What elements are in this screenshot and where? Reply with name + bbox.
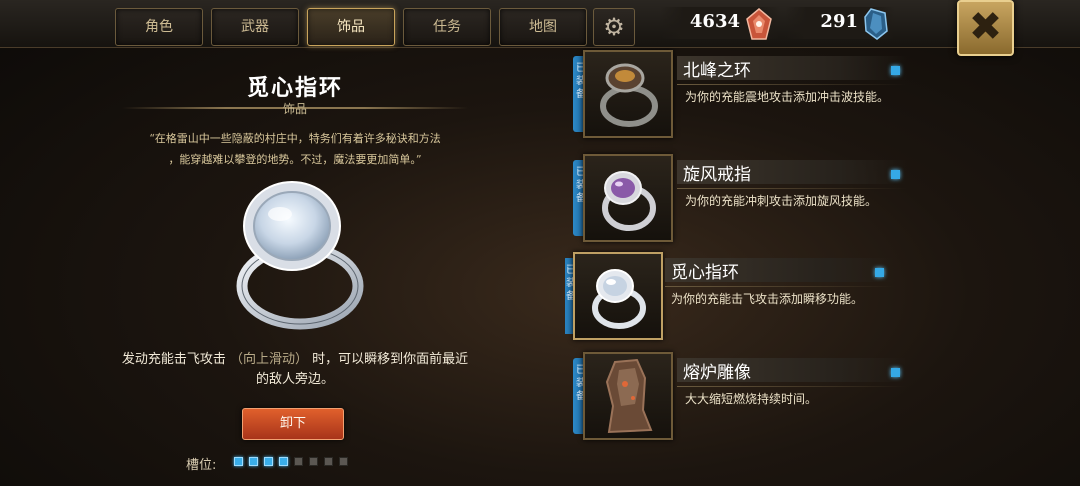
slot-indicator bbox=[324, 457, 333, 466]
shard-icon bbox=[746, 8, 772, 40]
settings-button[interactable]: ⚙ bbox=[593, 8, 635, 46]
unequip-button[interactable]: 卸下 bbox=[242, 408, 344, 440]
accessory-thumb bbox=[573, 252, 663, 340]
effect-hint: （向上滑动） bbox=[229, 352, 308, 367]
gem-counter: 291 bbox=[785, 7, 895, 40]
slot-indicator bbox=[339, 457, 348, 466]
statue-icon bbox=[605, 358, 653, 434]
ring-illustration bbox=[236, 181, 364, 330]
equipped-indicator bbox=[891, 368, 900, 377]
effect-text-2: 时，可以瞬移到你面前最近 bbox=[312, 352, 469, 367]
tab-accessories[interactable]: 饰品 bbox=[307, 8, 395, 46]
slot-indicator bbox=[294, 457, 303, 466]
item-detail-panel: 觅心指环 饰品 “在格雷山中一些隐蔽的村庄中，特务们有着许多秘诀和方法 ，能穿越… bbox=[110, 56, 480, 486]
item-lore: “在格雷山中一些隐蔽的村庄中，特务们有着许多秘诀和方法 ，能穿越难以攀登的地势。… bbox=[120, 128, 470, 170]
gear-icon: ⚙ bbox=[603, 13, 625, 41]
divider bbox=[677, 386, 907, 387]
accessory-list[interactable]: 已装备 北峰之环 为你的充能震地攻击添加冲击波技能。 已装备 旋风戒指 为你的充… bbox=[565, 48, 1080, 486]
top-bar: 角色 武器 饰品 任务 地图 ⚙ 4634 291 ✖ bbox=[0, 0, 1080, 56]
accessory-thumb bbox=[583, 352, 673, 440]
coin-counter: 4634 bbox=[660, 7, 780, 40]
accessory-desc: 大大缩短燃烧持续时间。 bbox=[685, 392, 818, 406]
ring-icon bbox=[600, 63, 658, 127]
ring-icon bbox=[602, 171, 656, 231]
lore-line-1: “在格雷山中一些隐蔽的村庄中，特务们有着许多秘诀和方法 bbox=[149, 132, 441, 145]
close-icon: ✖ bbox=[968, 4, 1003, 50]
equipped-indicator bbox=[891, 170, 900, 179]
accessory-thumb bbox=[583, 154, 673, 242]
slots-label: 槽位: bbox=[186, 458, 217, 473]
equipped-indicator bbox=[875, 268, 884, 277]
accessory-thumb bbox=[583, 50, 673, 138]
accessory-card-whirlwind[interactable]: 已装备 旋风戒指 为你的充能冲刺攻击添加旋风技能。 bbox=[565, 150, 1080, 244]
item-title: 觅心指环 bbox=[246, 76, 343, 101]
accessory-desc: 为你的充能击飞攻击添加瞬移功能。 bbox=[671, 292, 864, 306]
slot-indicator bbox=[279, 457, 288, 466]
slot-indicator bbox=[249, 457, 258, 466]
tab-map[interactable]: 地图 bbox=[499, 8, 587, 46]
tab-weapons[interactable]: 武器 bbox=[211, 8, 299, 46]
tab-character[interactable]: 角色 bbox=[115, 8, 203, 46]
slot-indicator bbox=[309, 457, 318, 466]
item-effect: 发动充能击飞攻击 （向上滑动） 时，可以瞬移到你面前最近 的敌人旁边。 bbox=[120, 350, 470, 390]
slot-indicator bbox=[234, 457, 243, 466]
accessory-card-heartseeker[interactable]: 已装备 觅心指环 为你的充能击飞攻击添加瞬移功能。 bbox=[565, 248, 1080, 342]
lore-line-2: ，能穿越难以攀登的地势。不过，魔法要更加简单。” bbox=[168, 153, 422, 166]
tab-quests[interactable]: 任务 bbox=[403, 8, 491, 46]
item-type: 饰品 bbox=[282, 102, 307, 116]
equipped-indicator bbox=[891, 66, 900, 75]
gem-amount: 291 bbox=[820, 11, 858, 32]
crystal-icon bbox=[864, 8, 888, 40]
inventory-screen: 角色 武器 饰品 任务 地图 ⚙ 4634 291 ✖ 觅心指环 饰品 “在格雷… bbox=[0, 0, 1080, 486]
divider bbox=[677, 188, 907, 189]
accessory-card-north-peak[interactable]: 已装备 北峰之环 为你的充能震地攻击添加冲击波技能。 bbox=[565, 48, 1080, 140]
accessory-card-forge-statue[interactable]: 已装备 熔炉雕像 大大缩短燃烧持续时间。 bbox=[565, 348, 1080, 442]
accessory-name: 觅心指环 bbox=[671, 263, 739, 283]
effect-text-3: 的敌人旁边。 bbox=[255, 372, 334, 387]
divider bbox=[677, 84, 907, 85]
accessory-name: 旋风戒指 bbox=[683, 165, 751, 185]
accessory-desc: 为你的充能冲刺攻击添加旋风技能。 bbox=[685, 194, 878, 208]
slot-indicator bbox=[264, 457, 273, 466]
effect-text-1: 发动充能击飞攻击 bbox=[121, 352, 226, 367]
accessory-name: 北峰之环 bbox=[683, 61, 751, 81]
coin-amount: 4634 bbox=[689, 11, 740, 32]
ring-icon bbox=[592, 269, 646, 329]
accessory-name: 熔炉雕像 bbox=[683, 363, 751, 383]
accessory-desc: 为你的充能震地攻击添加冲击波技能。 bbox=[685, 90, 890, 104]
divider bbox=[665, 286, 895, 287]
